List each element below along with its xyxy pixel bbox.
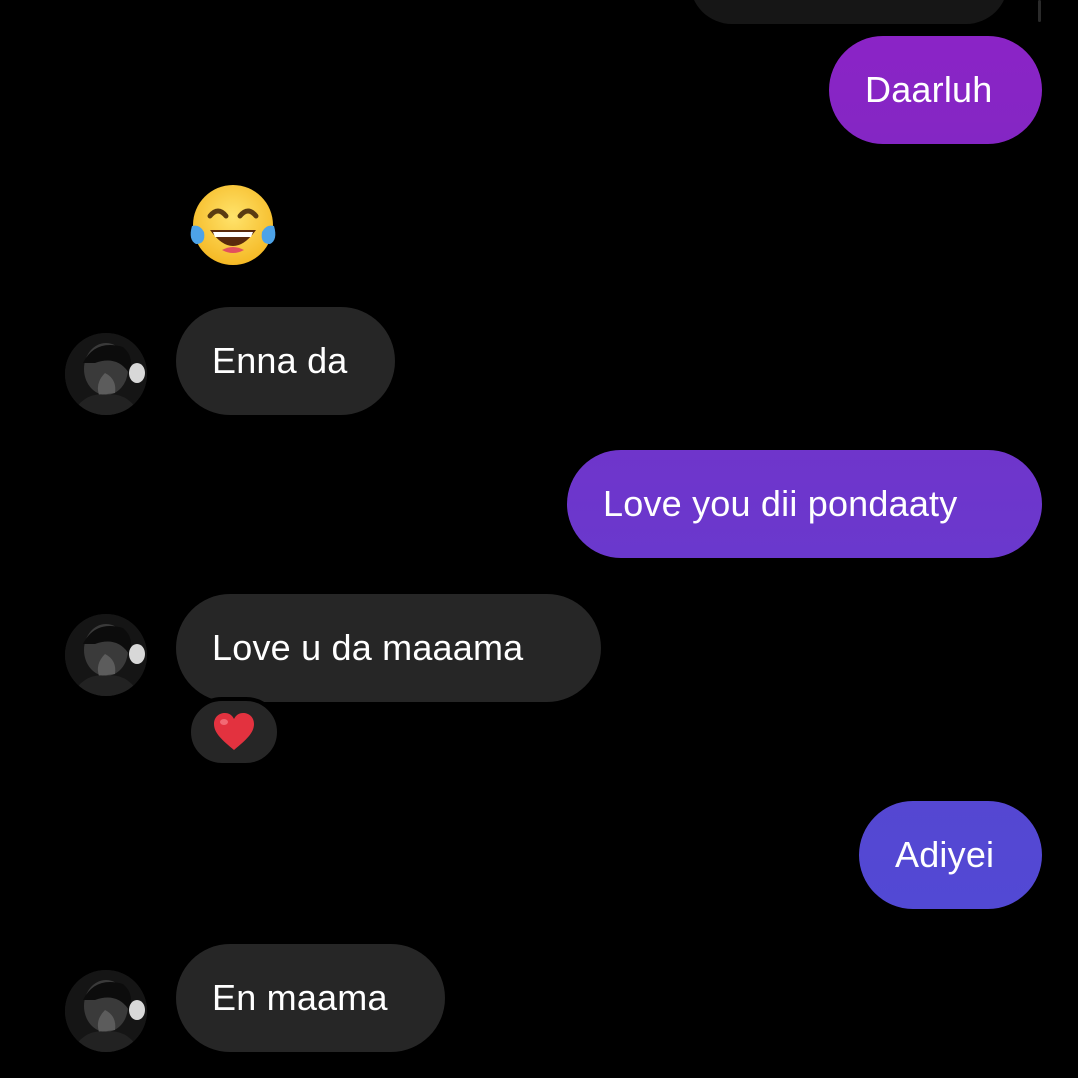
message-text: Daarluh (865, 69, 993, 110)
outgoing-message-bubble[interactable]: Love you dii pondaaty (567, 450, 1042, 558)
message-text: Enna da (212, 340, 348, 381)
contact-avatar[interactable] (65, 614, 147, 696)
red-heart-icon (214, 713, 254, 750)
message-text: Love you dii pondaaty (603, 483, 958, 524)
profile-photo-icon (65, 614, 147, 696)
incoming-message-bubble[interactable]: En maama (176, 944, 445, 1052)
contact-avatar[interactable] (65, 970, 147, 1052)
face-with-tears-of-joy-icon (190, 185, 276, 265)
outgoing-message-bubble[interactable]: Daarluh (829, 36, 1042, 144)
partial-message-bubble[interactable] (690, 0, 1008, 24)
contact-avatar[interactable] (65, 333, 147, 415)
message-text: Love u da maaama (212, 627, 524, 668)
profile-photo-icon (65, 970, 147, 1052)
outgoing-message-bubble[interactable]: Adiyei (859, 801, 1042, 909)
incoming-message-bubble[interactable]: Enna da (176, 307, 395, 415)
message-reaction[interactable] (187, 697, 281, 767)
message-text: Adiyei (895, 834, 995, 875)
emoji-message[interactable] (186, 182, 280, 268)
profile-photo-icon (65, 333, 147, 415)
incoming-message-bubble[interactable]: Love u da maaama (176, 594, 601, 702)
scrollbar[interactable] (1038, 0, 1041, 22)
message-text: En maama (212, 977, 388, 1018)
message-thread[interactable]: Daarluh Enna da Love you dii pondaaty Lo… (0, 0, 1078, 1078)
